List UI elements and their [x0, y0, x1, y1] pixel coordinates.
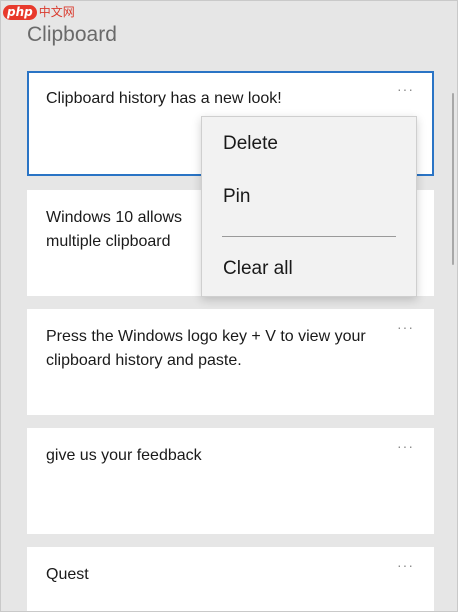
more-options-icon[interactable]: ··· [397, 438, 414, 454]
clipboard-item-text: give us your feedback [46, 447, 202, 464]
clipboard-item-text: Press the Windows logo key + V to view y… [46, 328, 366, 369]
clipboard-item-3[interactable]: Press the Windows logo key + V to view y… [27, 309, 434, 415]
site-watermark: php 中文网 [3, 3, 75, 21]
more-options-icon[interactable]: ··· [397, 319, 414, 335]
more-options-icon[interactable]: ··· [397, 81, 414, 97]
panel-title: Clipboard [27, 23, 117, 46]
watermark-text: 中文网 [38, 4, 75, 19]
menu-item-pin[interactable]: Pin [223, 186, 250, 208]
clipboard-panel: php 中文网 Clipboard Clipboard history has … [0, 0, 458, 612]
watermark-logo: php [3, 4, 37, 20]
clipboard-item-text: Windows 10 allows multiple clipboard [46, 209, 183, 250]
vertical-scrollbar[interactable] [452, 93, 454, 265]
menu-separator [222, 236, 396, 237]
clipboard-item-5[interactable]: Quest ··· [27, 547, 434, 611]
menu-item-delete[interactable]: Delete [223, 133, 278, 155]
clipboard-item-4[interactable]: give us your feedback ··· [27, 428, 434, 534]
more-options-icon[interactable]: ··· [397, 557, 414, 573]
context-menu: Delete Pin Clear all [201, 116, 417, 297]
clipboard-item-text: Clipboard history has a new look! [46, 90, 282, 107]
menu-item-clear-all[interactable]: Clear all [223, 258, 293, 280]
clipboard-item-text: Quest [46, 566, 89, 583]
